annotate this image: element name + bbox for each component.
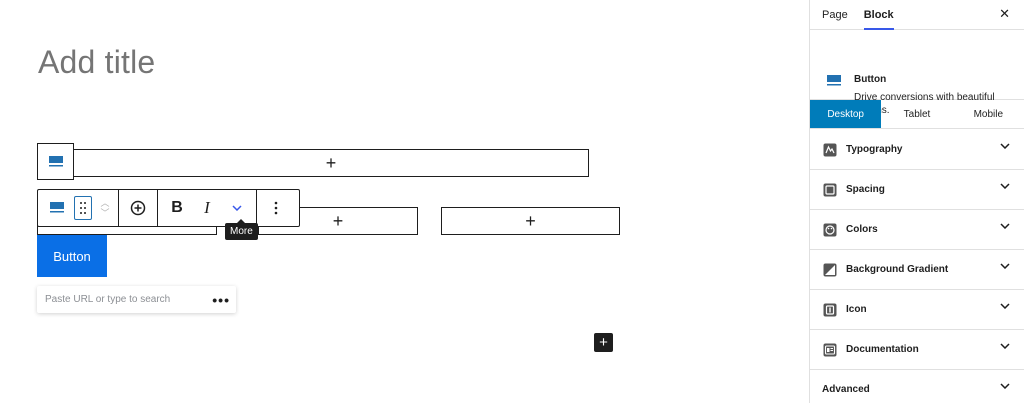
- chevron-down-icon: [1000, 143, 1010, 149]
- plus-icon: +: [325, 153, 337, 173]
- tab-page[interactable]: Page: [814, 0, 856, 29]
- options-menu-button[interactable]: [261, 193, 291, 223]
- block-card: Button Drive conversions with beautiful …: [810, 30, 1024, 116]
- settings-panels: Typography Spacing Colors Background Gra…: [810, 130, 1024, 403]
- tab-desktop[interactable]: Desktop: [810, 100, 882, 128]
- tab-block[interactable]: Block: [856, 0, 902, 30]
- italic-button[interactable]: I: [192, 193, 222, 223]
- icon-icon: [822, 302, 838, 318]
- plus-icon: +: [332, 211, 344, 231]
- panel-advanced[interactable]: Advanced: [810, 370, 1024, 403]
- button-block[interactable]: Button: [37, 235, 107, 277]
- palette-icon: [822, 222, 838, 238]
- block-mover[interactable]: ︿ ﹀: [96, 198, 114, 218]
- panel-label: Colors: [846, 224, 878, 235]
- chevron-down-icon: [1000, 263, 1010, 269]
- tab-tablet[interactable]: Tablet: [881, 100, 952, 128]
- move-up-icon[interactable]: ︿: [100, 198, 109, 208]
- chevron-down-icon: [1000, 223, 1010, 229]
- post-title[interactable]: Add title: [38, 44, 155, 81]
- more-tooltip: More: [225, 219, 258, 240]
- block-appender-wide[interactable]: +: [73, 149, 589, 177]
- chevron-down-icon: [1000, 183, 1010, 189]
- vertical-dots-icon: [274, 201, 278, 215]
- add-link-button[interactable]: [123, 193, 153, 223]
- gradient-icon: [822, 262, 838, 278]
- plus-circle-icon: [130, 200, 146, 216]
- editor-canvas: Add title + + + ︿ ﹀ B I More Button Past…: [0, 0, 810, 403]
- panel-label: Typography: [846, 144, 903, 155]
- toolbar-options-group: [257, 190, 295, 226]
- move-down-icon[interactable]: ﹀: [100, 208, 109, 218]
- button-block-icon: [826, 74, 842, 93]
- block-name: Button: [854, 74, 887, 85]
- block-appender-right[interactable]: +: [441, 207, 620, 235]
- link-url-popover: Paste URL or type to search •••: [37, 286, 236, 313]
- panel-icon[interactable]: Icon: [810, 290, 1024, 330]
- block-inserter-button[interactable]: +: [594, 333, 613, 352]
- link-url-input[interactable]: Paste URL or type to search: [45, 294, 170, 305]
- buttons-block-icon[interactable]: [37, 143, 74, 180]
- settings-sidebar: Page Block ✕ Button Drive conversions wi…: [809, 0, 1024, 403]
- device-tabs: Desktop Tablet Mobile: [810, 100, 1024, 129]
- documentation-icon: [822, 342, 838, 358]
- panel-label: Advanced: [822, 384, 870, 395]
- panel-label: Documentation: [846, 344, 919, 355]
- close-icon[interactable]: ✕: [999, 6, 1010, 22]
- panel-label: Spacing: [846, 184, 885, 195]
- block-toolbar: ︿ ﹀ B I: [37, 189, 300, 227]
- tab-mobile[interactable]: Mobile: [953, 100, 1024, 128]
- panel-label: Background Gradient: [846, 264, 949, 275]
- button-block-icon[interactable]: [42, 193, 72, 223]
- panel-spacing[interactable]: Spacing: [810, 170, 1024, 210]
- chevron-down-icon: [1000, 303, 1010, 309]
- chevron-down-icon: [232, 205, 242, 211]
- sidebar-tabs: Page Block ✕: [810, 0, 1024, 30]
- bold-button[interactable]: B: [162, 193, 192, 223]
- spacing-icon: [822, 182, 838, 198]
- panel-label: Icon: [846, 304, 867, 315]
- panel-colors[interactable]: Colors: [810, 210, 1024, 250]
- chevron-down-icon: [1000, 383, 1010, 389]
- link-options-icon[interactable]: •••: [212, 292, 230, 308]
- toolbar-link-group: [119, 190, 158, 226]
- chevron-down-icon: [1000, 343, 1010, 349]
- panel-documentation[interactable]: Documentation: [810, 330, 1024, 370]
- panel-background-gradient[interactable]: Background Gradient: [810, 250, 1024, 290]
- panel-typography[interactable]: Typography: [810, 130, 1024, 170]
- drag-handle-icon[interactable]: [74, 196, 92, 220]
- plus-icon: +: [525, 211, 536, 231]
- toolbar-block-group: ︿ ﹀: [38, 190, 119, 226]
- typography-icon: [822, 142, 838, 158]
